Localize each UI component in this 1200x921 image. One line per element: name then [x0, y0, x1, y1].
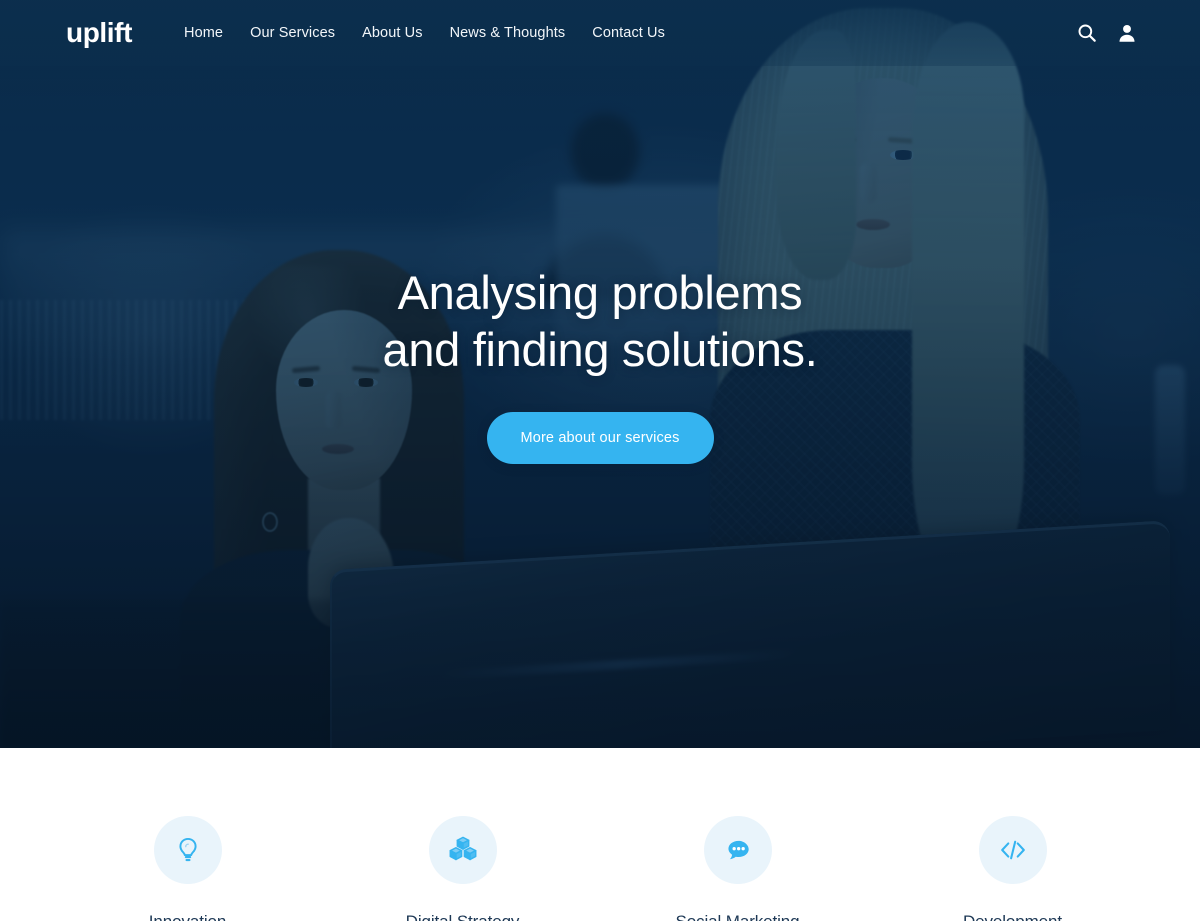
services-grid: Innovation [0, 748, 1200, 921]
service-item-innovation[interactable]: Innovation [50, 748, 325, 921]
logo[interactable]: uplift [66, 19, 132, 47]
service-icon-circle [153, 816, 222, 884]
site-header: uplift Home Our Services About Us News &… [0, 0, 1200, 66]
page-root: uplift Home Our Services About Us News &… [0, 0, 1200, 921]
service-icon-circle [978, 816, 1047, 884]
nav-item-about-us[interactable]: About Us [362, 25, 422, 41]
code-icon [1000, 840, 1025, 860]
service-label: Digital Strategy [406, 912, 520, 921]
user-icon[interactable] [1116, 22, 1138, 44]
service-label: Social Marketing [675, 912, 799, 921]
hero-content: Analysing problems and finding solutions… [0, 0, 1200, 748]
hero-title: Analysing problems and finding solutions… [383, 264, 818, 378]
search-icon[interactable] [1076, 22, 1098, 44]
service-icon-circle [703, 816, 772, 884]
service-icon-circle [428, 816, 497, 884]
nav-item-home[interactable]: Home [184, 25, 223, 41]
hero-title-line-2: and finding solutions. [382, 323, 818, 376]
more-about-our-services-button[interactable]: More about our services [486, 412, 714, 464]
services-section: Innovation [0, 748, 1200, 921]
lightbulb-icon [178, 837, 197, 862]
service-item-digital-strategy[interactable]: Digital Strategy [325, 748, 600, 921]
main-navigation: Home Our Services About Us News & Though… [184, 25, 665, 41]
nav-item-news-thoughts[interactable]: News & Thoughts [450, 25, 566, 41]
nav-item-contact-us[interactable]: Contact Us [592, 25, 665, 41]
nav-item-our-services[interactable]: Our Services [250, 25, 335, 41]
header-actions [1076, 22, 1138, 44]
chat-bubble-icon [727, 840, 749, 860]
hero-title-line-1: Analysing problems [397, 266, 803, 319]
service-item-social-marketing[interactable]: Social Marketing [600, 748, 875, 921]
service-item-development[interactable]: Development [875, 748, 1150, 921]
service-label: Development [963, 912, 1062, 921]
service-label: Innovation [149, 912, 227, 921]
cubes-icon [449, 836, 476, 861]
